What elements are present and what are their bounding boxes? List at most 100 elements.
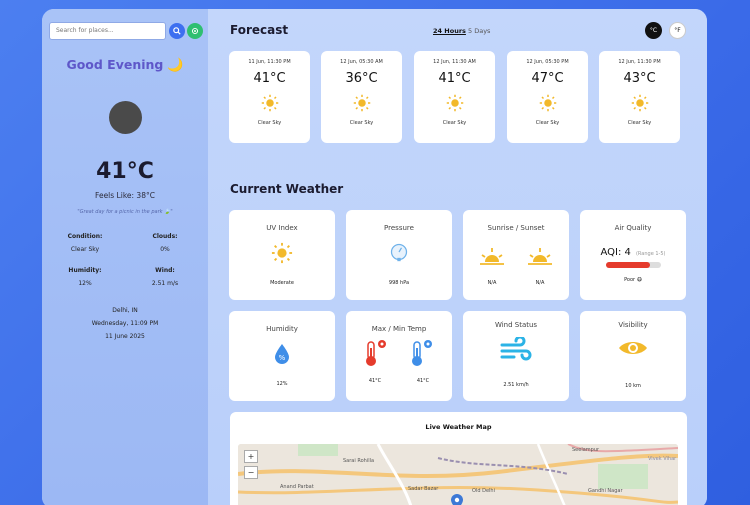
humidity-card: Humidity % 12% (229, 311, 335, 401)
sun-icon (507, 94, 588, 112)
fahrenheit-toggle[interactable]: °F (669, 22, 686, 39)
weather-quote: "Great day for a picnic in the park 🍃" (77, 209, 173, 215)
humidity-value: 12% (78, 280, 92, 287)
map-place-label: Sarai Rohilla (343, 458, 375, 464)
forecast-temp: 47°C (531, 71, 564, 86)
zoom-out-button[interactable]: − (244, 466, 258, 479)
forecast-condition: Clear Sky (535, 120, 560, 126)
sunset-value: N/A (535, 280, 545, 286)
clouds-stat: Clouds: 0% (130, 233, 200, 253)
sun-icon (599, 94, 680, 112)
thermometer-hot-icon (362, 339, 388, 371)
sun-icon (229, 94, 310, 112)
uv-index-label: UV Index (266, 224, 298, 232)
feels-like: Feels Like: 38°C (95, 191, 155, 200)
clouds-value: 0% (160, 246, 170, 253)
search-button[interactable] (169, 23, 185, 39)
uv-index-value: Moderate (270, 280, 294, 286)
location-icon (191, 27, 199, 35)
sidebar: Search for places... Good Evening 🌙 41°C … (42, 9, 208, 505)
search-input[interactable]: Search for places... (49, 22, 166, 40)
map-place-label: Old Delhi (472, 488, 495, 494)
wind-status-card: Wind Status 2.51 km/h (463, 311, 569, 401)
greeting: Good Evening 🌙 (42, 57, 208, 73)
visibility-card: Visibility 10 km (580, 311, 686, 401)
live-weather-map-card: Live Weather Map Sarai Rohilla Anand Par… (230, 412, 687, 505)
main-panel: Forecast 24 Hours 5 Days °C °F 11 Jun, 1… (208, 9, 707, 505)
weather-icon (109, 101, 142, 134)
forecast-card: 12 Jun, 11:30 AM 41°C Clear Sky (414, 51, 495, 143)
forecast-condition: Clear Sky (257, 120, 282, 126)
humidity-label: Humidity: (68, 267, 102, 274)
sun-icon (229, 242, 335, 268)
location-name: Delhi, IN (112, 307, 138, 314)
forecast-condition: Clear Sky (442, 120, 467, 126)
tab-24-hours[interactable]: 24 Hours (433, 27, 466, 35)
location-info: Delhi, IN Wednesday, 11:09 PM 11 June 20… (42, 304, 208, 343)
wind-label: Wind: (155, 267, 175, 274)
gauge-icon (346, 242, 452, 266)
sunset-icon (527, 246, 553, 272)
forecast-card: 12 Jun, 05:30 AM 36°C Clear Sky (321, 51, 402, 143)
humidity-card-label: Humidity (266, 325, 298, 333)
droplet-icon: % (229, 343, 335, 369)
forecast-condition: Clear Sky (627, 120, 652, 126)
forecast-temp: 36°C (345, 71, 378, 86)
max-min-temp-card: Max / Min Temp 41°C 41°C (346, 311, 452, 401)
sunrise-sunset-label: Sunrise / Sunset (487, 224, 545, 232)
current-temperature: 41°C (96, 159, 154, 184)
forecast-temp: 41°C (438, 71, 471, 86)
pressure-card: Pressure 998 hPa (346, 210, 452, 300)
live-weather-map[interactable]: Sarai Rohilla Anand Parbat Sadar Bazar O… (238, 444, 678, 505)
forecast-card: 11 Jun, 11:30 PM 41°C Clear Sky (229, 51, 310, 143)
map-place-label: Vivek Vihar (648, 456, 677, 462)
forecast-temp: 41°C (253, 71, 286, 86)
air-quality-card: Air Quality AQI: 4 (Range 1-5) Poor 😷 (580, 210, 686, 300)
map-place-label: Anand Parbat (280, 484, 314, 490)
humidity-card-value: 12% (276, 381, 288, 387)
location-datetime: Wednesday, 11:09 PM (91, 320, 159, 327)
pressure-value: 998 hPa (388, 280, 410, 286)
humidity-stat: Humidity: 12% (50, 267, 120, 287)
wind-value: 2.51 m/s (151, 280, 179, 287)
pressure-label: Pressure (384, 224, 414, 232)
condition-stat: Condition: Clear Sky (50, 233, 120, 253)
visibility-value: 10 km (625, 383, 641, 389)
current-weather-title: Current Weather (230, 182, 344, 196)
air-quality-label: Air Quality (614, 224, 652, 232)
forecast-temp: 43°C (623, 71, 656, 86)
forecast-time: 12 Jun, 11:30 PM (618, 59, 661, 65)
map-place-label: Gandhi Nagar (588, 488, 623, 494)
sun-icon (414, 94, 495, 112)
visibility-label: Visibility (618, 321, 648, 329)
forecast-card: 12 Jun, 05:30 PM 47°C Clear Sky (507, 51, 588, 143)
min-temp-value: 41°C (416, 378, 430, 384)
moon-icon: 🌙 (167, 58, 184, 73)
forecast-condition: Clear Sky (349, 120, 374, 126)
map-pin-icon[interactable] (451, 494, 463, 505)
celsius-toggle[interactable]: °C (645, 22, 662, 39)
aqi-range: (Range 1-5) (635, 251, 666, 257)
wind-status-label: Wind Status (494, 321, 538, 329)
greeting-text: Good Evening (66, 57, 164, 72)
thermometer-cold-icon (408, 339, 434, 371)
clouds-label: Clouds: (152, 233, 178, 240)
eye-icon (580, 339, 686, 361)
map-place-label: Seelampur (572, 447, 600, 453)
condition-label: Condition: (67, 233, 103, 240)
forecast-time: 12 Jun, 05:30 PM (526, 59, 569, 65)
zoom-in-button[interactable]: + (244, 450, 258, 463)
max-min-label: Max / Min Temp (371, 325, 427, 333)
tab-5-days[interactable]: 5 Days (468, 27, 490, 35)
map-title: Live Weather Map (425, 423, 492, 431)
forecast-time: 11 Jun, 11:30 PM (248, 59, 291, 65)
location-button[interactable] (187, 23, 203, 39)
sunrise-icon (479, 246, 505, 272)
aqi-bar-fill (606, 262, 650, 268)
map-place-label: Sadar Bazar (408, 486, 439, 492)
aqi-bar (606, 262, 661, 268)
forecast-card: 12 Jun, 11:30 PM 43°C Clear Sky (599, 51, 680, 143)
wind-status-value: 2.51 km/h (503, 382, 529, 388)
forecast-title: Forecast (230, 23, 289, 37)
uv-index-card: UV Index Moderate (229, 210, 335, 300)
